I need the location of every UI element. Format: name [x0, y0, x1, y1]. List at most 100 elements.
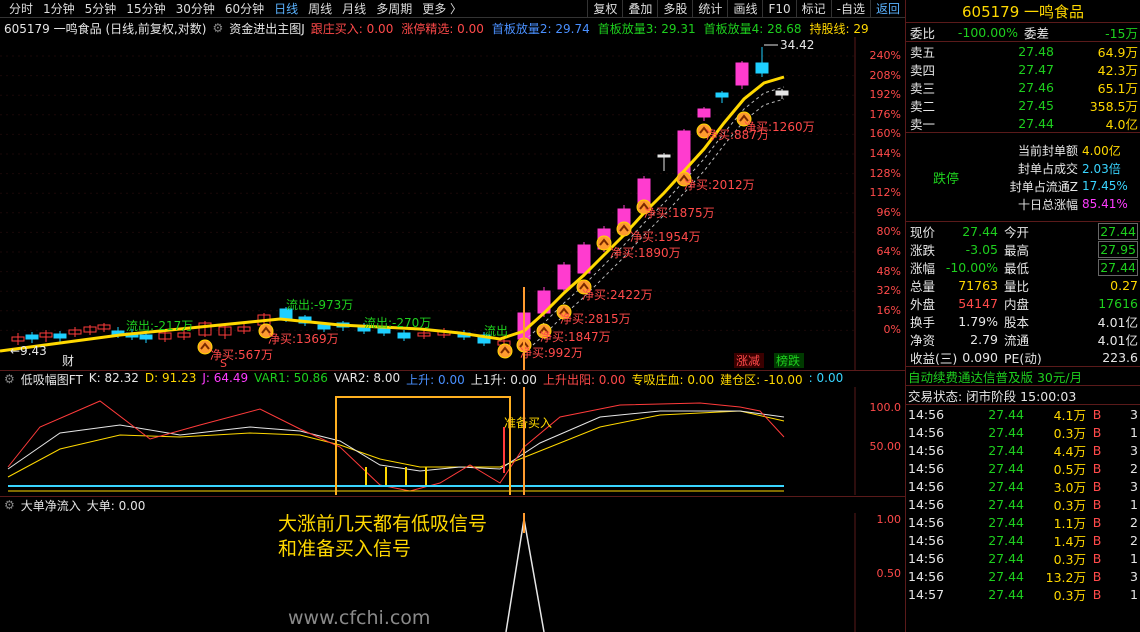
tab-5[interactable]: 60分钟	[220, 0, 269, 18]
candle-body-37	[697, 108, 711, 118]
trade-count: 2	[1130, 532, 1138, 548]
ask-row-3[interactable]: 卖二 27.45 358.5万	[906, 96, 1140, 114]
trade-price: 27.44	[988, 568, 1024, 584]
weicha-label: 委差	[1024, 25, 1050, 41]
candlestick-chart[interactable]: 流出:-217万流出:-973万流出:-270万流出净买:1369万净买:567…	[0, 37, 905, 370]
trade-row-10: 14:57 27.44 0.3万 B 1	[906, 585, 1140, 603]
candle-body-22	[397, 332, 411, 339]
trade-row-7: 14:56 27.44 1.4万 B 2	[906, 531, 1140, 549]
vol-settings-icon[interactable]: ⚙	[4, 498, 15, 512]
ask-price: 27.47	[1018, 61, 1054, 77]
ask-row-1[interactable]: 卖四 27.47 42.3万	[906, 60, 1140, 78]
marker-s: S	[220, 357, 227, 370]
trade-count: 3	[1130, 406, 1138, 422]
high-price-label: 34.42	[780, 38, 814, 52]
kdj-settings-icon[interactable]: ⚙	[4, 372, 15, 386]
price-tick-3: 176%	[869, 107, 901, 121]
trade-row-8: 14:56 27.44 0.3万 B 1	[906, 549, 1140, 567]
tab-7[interactable]: 周线	[303, 0, 337, 18]
highlight-box	[335, 396, 511, 495]
ask-volume: 4.0亿	[1105, 116, 1138, 132]
tool-4[interactable]: 画线	[727, 0, 762, 18]
settings-icon[interactable]: ⚙	[212, 21, 223, 35]
trade-time: 14:56	[908, 514, 945, 530]
flow-annotation-0: 流出:-217万	[126, 319, 193, 333]
tab-10[interactable]: 更多 〉	[417, 0, 467, 18]
trade-status: 交易状态: 闭市阶段 15:00:03	[906, 386, 1140, 404]
stat-label-2: 量比	[1004, 278, 1030, 294]
price-tick-12: 32%	[876, 284, 901, 298]
annotation-note: 大涨前几天都有低吸信号 和准备买入信号	[278, 512, 487, 562]
kdj-title[interactable]: 低吸幅图FT	[21, 371, 83, 388]
kdj-item-2: J: 64.49	[202, 370, 249, 385]
tab-0[interactable]: 分时	[4, 0, 38, 18]
main-info-line: 605179 一鸣食品 (日线,前复权,对数) ⚙ 资金进出主图J 跟庄买入: …	[0, 19, 905, 37]
vol-title[interactable]: 大单净流入	[21, 497, 81, 514]
promo-text[interactable]: 自动续费通达信普及版 30元/月	[908, 367, 1082, 386]
tab-2[interactable]: 5分钟	[80, 0, 122, 18]
tool-3[interactable]: 统计	[692, 0, 727, 18]
info-item-4: 首板放量4: 28.68	[703, 21, 802, 36]
vol-axis: 1.00 0.50	[855, 513, 905, 632]
trade-row-9: 14:56 27.44 13.2万 B 3	[906, 567, 1140, 585]
main-indicator-name[interactable]: 资金进出主图J	[229, 20, 305, 37]
tool-5[interactable]: F10	[762, 0, 795, 18]
stat-value-2: 0.27	[1034, 278, 1140, 293]
stat-value-2-text: 27.44	[1098, 222, 1138, 240]
marker-bangdie: 榜跌	[776, 353, 800, 368]
candle-body-3	[53, 333, 67, 339]
trade-row-1: 14:56 27.44 0.3万 B 1	[906, 423, 1140, 441]
trade-side: B	[1092, 568, 1102, 584]
limit-value: 4.00亿	[1082, 143, 1121, 158]
trade-count: 3	[1130, 478, 1138, 494]
kdj-chart[interactable]: 准备买入	[0, 387, 905, 495]
limit-value: 17.45%	[1082, 179, 1128, 193]
marker-cai: 财	[62, 354, 74, 368]
stat-label-2: 内盘	[1004, 296, 1030, 312]
price-tick-8: 96%	[876, 205, 901, 219]
trade-side: B	[1092, 586, 1102, 602]
stat-value-2-text: 27.44	[1098, 258, 1138, 276]
limit-label: 封单占流通Z	[1009, 179, 1078, 194]
stat-label: 收益(三)	[910, 350, 958, 366]
tool-1[interactable]: 叠加	[622, 0, 657, 18]
ask-volume: 358.5万	[1089, 98, 1138, 114]
weibi-label: 委比	[910, 25, 936, 41]
tab-3[interactable]: 15分钟	[121, 0, 170, 18]
candle-body-39	[735, 62, 749, 86]
flow-annotation-12: 净买:1875万	[644, 206, 715, 220]
promo-link[interactable]: 自动续费通达信普及版 30元/月	[906, 367, 1140, 385]
tool-6[interactable]: 标记	[795, 0, 831, 18]
trade-time: 14:56	[908, 460, 945, 476]
price-tick-13: 16%	[876, 303, 901, 317]
tool-2[interactable]: 多股	[657, 0, 692, 18]
flow-annotation-9: 净买:2422万	[582, 288, 653, 302]
tool-0[interactable]: 复权	[587, 0, 622, 18]
flow-annotation-2: 流出:-270万	[364, 316, 431, 330]
buy-signal-icon-8	[616, 221, 632, 237]
ask-row-0[interactable]: 卖五 27.48 64.9万	[906, 42, 1140, 60]
period-toolbar: 分时 1分钟 5分钟 15分钟 30分钟 60分钟 日线 周线 月线 多周期 更多 〉 复权 叠加 多股…	[0, 0, 905, 18]
flow-annotation-10: 净买:1890万	[610, 246, 681, 260]
tab-4[interactable]: 30分钟	[171, 0, 220, 18]
stat-label: 外盘	[910, 296, 936, 312]
tab-1[interactable]: 1分钟	[38, 0, 80, 18]
stat-value: 1.79%	[958, 313, 998, 329]
trade-side: B	[1092, 442, 1102, 458]
back-button[interactable]: 返回	[869, 0, 905, 18]
kdj-axis: 100.0 50.00	[855, 387, 905, 495]
tab-8[interactable]: 月线	[337, 0, 371, 18]
tab-9[interactable]: 多周期	[371, 0, 417, 18]
trade-price: 27.44	[988, 442, 1024, 458]
quote-panel: 605179 一鸣食品 委比 -100.00% 委差 -15万 卖五 27.48 6…	[905, 0, 1140, 632]
ask-price: 27.44	[1018, 115, 1054, 131]
ask-row-4[interactable]: 卖一 27.44 4.0亿	[906, 114, 1140, 132]
ask-row-2[interactable]: 卖三 27.46 65.1万	[906, 78, 1140, 96]
trade-count: 1	[1130, 550, 1138, 566]
kdj-item-5: 上升: 0.00	[406, 372, 465, 387]
trade-time: 14:57	[908, 586, 945, 602]
trade-volume: 3.0万	[1053, 479, 1086, 495]
kdj-item-0: K: 82.32	[88, 370, 139, 385]
tab-6[interactable]: 日线	[269, 0, 303, 18]
tool-7[interactable]: -自选	[830, 0, 870, 18]
